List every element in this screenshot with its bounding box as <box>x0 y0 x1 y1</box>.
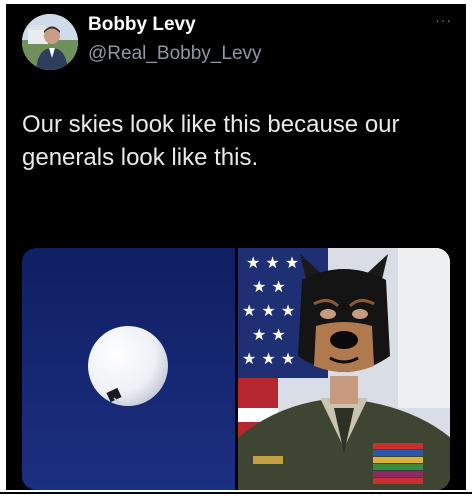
author-name[interactable]: Bobby Levy <box>88 14 196 36</box>
profile-photo <box>22 14 78 70</box>
svg-text:★ ★: ★ ★ <box>252 325 286 344</box>
tweet-card[interactable]: Bobby Levy @Real_Bobby_Levy ··· Our skie… <box>6 4 466 490</box>
svg-text:★ ★ ★: ★ ★ ★ <box>242 301 295 320</box>
more-options-icon[interactable]: ··· <box>435 12 452 28</box>
svg-text:★ ★: ★ ★ <box>252 277 286 296</box>
media-image-balloon[interactable] <box>22 248 235 490</box>
tweet-text: Our skies look like this because our gen… <box>22 111 400 171</box>
media-image-general[interactable]: ★ ★ ★ ★ ★ ★ ★ ★ ★ ★ ★ ★ ★ <box>237 248 450 490</box>
author-handle[interactable]: @Real_Bobby_Levy <box>88 43 262 65</box>
svg-text:★ ★ ★: ★ ★ ★ <box>242 349 295 368</box>
svg-text:★ ★ ★: ★ ★ ★ <box>246 253 299 272</box>
avatar[interactable] <box>22 14 78 70</box>
general-photo: ★ ★ ★ ★ ★ ★ ★ ★ ★ ★ ★ ★ ★ <box>237 248 450 490</box>
tweet-media[interactable]: ★ ★ ★ ★ ★ ★ ★ ★ ★ ★ ★ ★ ★ <box>22 248 450 490</box>
balloon-photo <box>22 248 235 490</box>
divider <box>0 492 472 494</box>
